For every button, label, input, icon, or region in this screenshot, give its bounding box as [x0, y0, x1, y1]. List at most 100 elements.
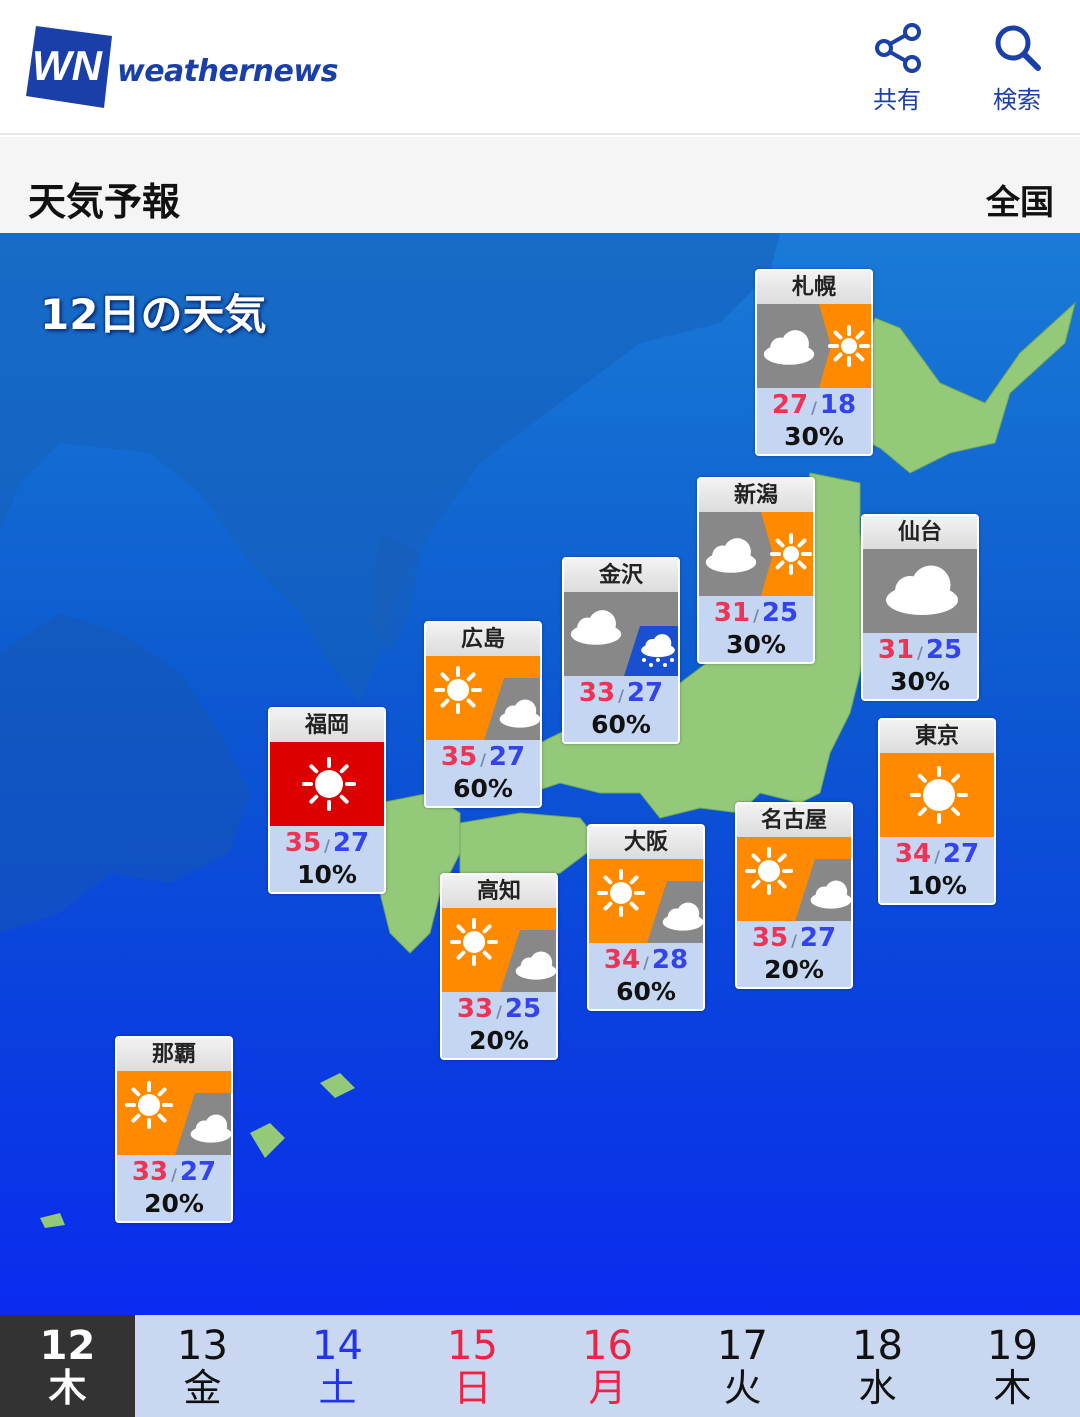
day-tab-19[interactable]: 19 木 [945, 1315, 1080, 1417]
cloudy-icon [863, 549, 977, 633]
city-name: 東京 [880, 720, 994, 753]
precipitation-probability: 60% [564, 711, 678, 742]
city-name: 大阪 [589, 826, 703, 859]
day-number: 16 [582, 1323, 633, 1369]
day-tab-17[interactable]: 17 火 [675, 1315, 810, 1417]
day-number: 12 [39, 1323, 96, 1369]
low-temp: 25 [761, 598, 799, 628]
day-number: 18 [852, 1323, 903, 1369]
cloudy-with-rain-icon [564, 592, 678, 676]
weekday: 日 [453, 1366, 492, 1410]
city-name: 広島 [426, 623, 540, 656]
temperatures: 31/25 [863, 633, 977, 668]
search-button[interactable]: 検索 [972, 22, 1062, 114]
temperatures: 34/28 [589, 943, 703, 978]
high-temp: 33 [456, 994, 494, 1024]
sunny-with-clouds-icon [117, 1071, 231, 1155]
weekday: 月 [588, 1366, 627, 1410]
low-temp: 25 [504, 994, 542, 1024]
weathernews-logo[interactable]: WN [26, 22, 112, 108]
weekday: 木 [993, 1366, 1032, 1410]
temperatures: 35/27 [270, 826, 384, 861]
weekday: 土 [318, 1366, 357, 1410]
temperatures: 33/27 [564, 676, 678, 711]
city-forecast-card[interactable]: 東京 34/27 10% [878, 718, 996, 905]
day-tab-15[interactable]: 15 日 [405, 1315, 540, 1417]
city-name: 仙台 [863, 516, 977, 549]
low-temp: 27 [179, 1157, 217, 1187]
precipitation-probability: 20% [117, 1190, 231, 1221]
sunny-with-clouds-icon [737, 837, 851, 921]
city-forecast-card[interactable]: 大阪 34/28 60% [587, 824, 705, 1011]
page-title: 天気予報 [28, 180, 181, 224]
precipitation-probability: 30% [757, 423, 871, 454]
city-forecast-card[interactable]: 福岡 35/27 10% [268, 707, 386, 894]
day-tab-18[interactable]: 18 水 [810, 1315, 945, 1417]
search-label: 検索 [993, 86, 1041, 114]
day-number: 19 [987, 1323, 1038, 1369]
high-temp: 31 [713, 598, 751, 628]
precipitation-probability: 10% [270, 861, 384, 892]
city-name: 福岡 [270, 709, 384, 742]
temperatures: 33/27 [117, 1155, 231, 1190]
city-forecast-card[interactable]: 札幌 27/18 30% [755, 269, 873, 456]
day-selector: 12 木 13 金 14 土 15 日 16 月 17 火 18 水 19 木 [0, 1315, 1080, 1417]
subheader: 天気予報 全国 [0, 137, 1080, 233]
share-label: 共有 [873, 86, 921, 114]
logo-text: weathernews [117, 54, 338, 89]
city-name: 名古屋 [737, 804, 851, 837]
temperatures: 34/27 [880, 837, 994, 872]
low-temp: 27 [488, 742, 526, 772]
weekday: 水 [858, 1366, 897, 1410]
day-number: 14 [312, 1323, 363, 1369]
high-temp: 34 [603, 945, 641, 975]
map-title: 12日の天気 [40, 290, 267, 339]
city-name: 那覇 [117, 1038, 231, 1071]
precipitation-probability: 60% [426, 775, 540, 806]
city-forecast-card[interactable]: 広島 35/27 60% [424, 621, 542, 808]
precipitation-probability: 30% [699, 631, 813, 662]
weekday: 火 [723, 1366, 762, 1410]
precipitation-probability: 20% [442, 1027, 556, 1058]
day-tab-16[interactable]: 16 月 [540, 1315, 675, 1417]
city-forecast-card[interactable]: 新潟 31/25 30% [697, 477, 815, 664]
low-temp: 28 [651, 945, 689, 975]
day-tab-12[interactable]: 12 木 [0, 1315, 135, 1417]
sunny-with-clouds-icon [589, 859, 703, 943]
city-forecast-card[interactable]: 仙台 31/25 30% [861, 514, 979, 701]
high-temp: 33 [131, 1157, 169, 1187]
high-temp: 35 [751, 923, 789, 953]
hot-sunny-icon [270, 742, 384, 826]
share-button[interactable]: 共有 [852, 22, 942, 114]
city-name: 新潟 [699, 479, 813, 512]
city-forecast-card[interactable]: 高知 33/25 20% [440, 873, 558, 1060]
high-temp: 27 [771, 390, 809, 420]
cloudy-then-sunny-icon [757, 304, 871, 388]
temperatures: 35/27 [426, 740, 540, 775]
city-forecast-card[interactable]: 金沢 33/27 60% [562, 557, 680, 744]
day-number: 15 [447, 1323, 498, 1369]
city-name: 札幌 [757, 271, 871, 304]
temperatures: 33/25 [442, 992, 556, 1027]
weekday: 金 [183, 1366, 222, 1410]
search-icon [995, 25, 1041, 71]
high-temp: 33 [578, 678, 616, 708]
city-forecast-card[interactable]: 那覇 33/27 20% [115, 1036, 233, 1223]
low-temp: 27 [942, 839, 980, 869]
day-tab-13[interactable]: 13 金 [135, 1315, 270, 1417]
day-tab-14[interactable]: 14 土 [270, 1315, 405, 1417]
city-name: 高知 [442, 875, 556, 908]
app-header: WN weathernews 共有 検索 [0, 0, 1080, 135]
temperatures: 27/18 [757, 388, 871, 423]
precipitation-probability: 30% [863, 668, 977, 699]
precipitation-probability: 20% [737, 956, 851, 987]
weather-map: 12日の天気 札幌 27/18 30% 新潟 31/25 30% 仙台 31/25 30% 金沢 3… [0, 233, 1080, 1315]
day-number: 13 [177, 1323, 228, 1369]
temperatures: 35/27 [737, 921, 851, 956]
day-number: 17 [717, 1323, 768, 1369]
high-temp: 31 [877, 635, 915, 665]
region-selector[interactable]: 全国 [986, 175, 1054, 224]
city-forecast-card[interactable]: 名古屋 35/27 20% [735, 802, 853, 989]
svg-text:WN: WN [32, 42, 104, 89]
high-temp: 35 [284, 828, 322, 858]
